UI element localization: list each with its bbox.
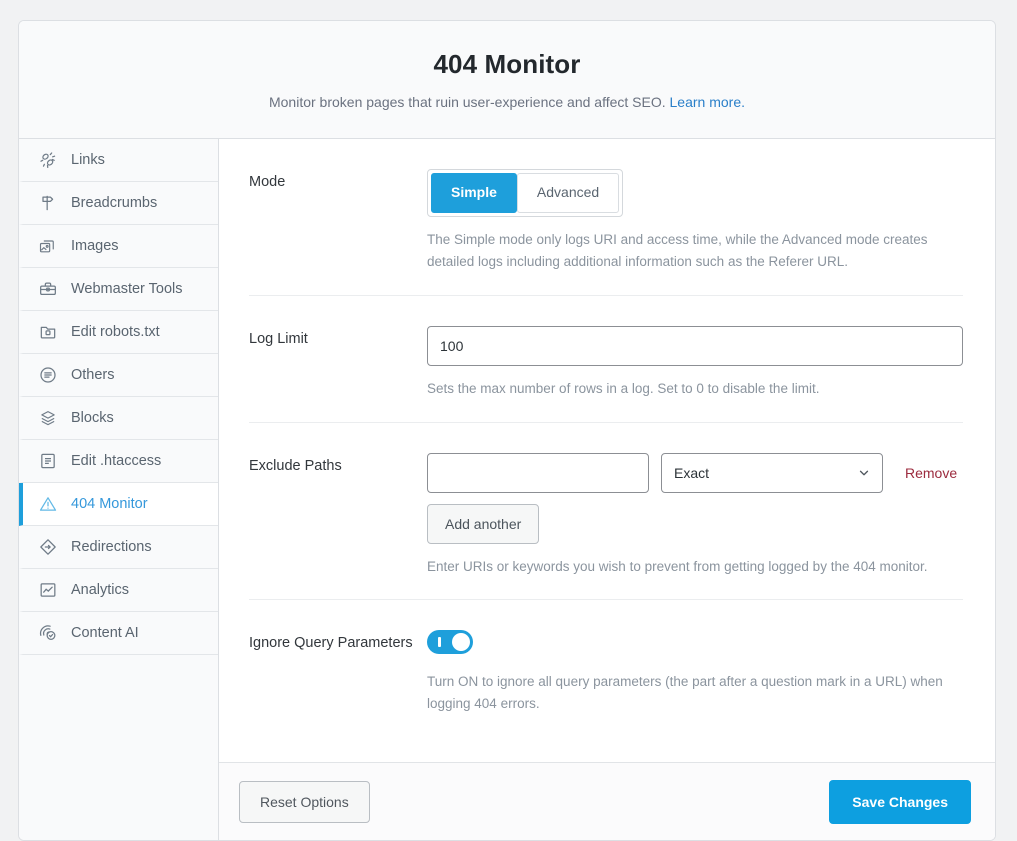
mode-control: Simple Advanced The Simple mode only log… [427,169,963,273]
blocks-icon [37,407,59,429]
others-icon [37,364,59,386]
settings-panel: 404 Monitor Monitor broken pages that ru… [18,20,996,841]
exclude-paths-label: Exclude Paths [249,457,342,474]
sidebar-item-breadcrumbs[interactable]: Breadcrumbs [19,182,218,225]
exclude-paths-control: ExactContainsStarts WithEnds WithRegex R… [427,452,963,578]
ignore-query-parameters-label: Ignore Query Parameters [249,635,413,652]
content-ai-icon [37,622,59,644]
exclude-comparison-wrap: ExactContainsStarts WithEnds WithRegex [661,452,883,493]
sidebar-item-edit-robots-txt[interactable]: Edit robots.txt [19,311,218,354]
sidebar-item-links[interactable]: Links [19,139,218,182]
log-limit-control: Sets the max number of rows in a log. Se… [427,325,963,400]
log-limit-input[interactable] [427,325,963,366]
field-exclude-paths: Exclude Paths ExactContainsStarts WithEn… [249,423,963,601]
warning-triangle-icon [37,493,59,515]
panel-header: 404 Monitor Monitor broken pages that ru… [19,21,995,139]
sidebar-item-content-ai[interactable]: Content AI [19,612,218,655]
sidebar-item-label: Edit .htaccess [71,453,162,469]
mode-option-advanced[interactable]: Advanced [516,173,620,213]
mode-option-simple[interactable]: Simple [431,173,517,213]
mode-hint: The Simple mode only logs URI and access… [427,232,928,269]
images-icon [37,235,59,257]
sidebar-item-404-monitor[interactable]: 404 Monitor [19,483,218,526]
page-title: 404 Monitor [433,49,581,79]
field-mode: Mode Simple Advanced The Simple mode onl… [249,139,963,296]
sidebar-item-others[interactable]: Others [19,354,218,397]
sidebar-item-label: Edit robots.txt [71,324,160,340]
redirection-icon [37,536,59,558]
robots-file-icon [37,321,59,343]
ignore-query-parameters-hint: Turn ON to ignore all query parameters (… [427,674,943,712]
sidebar-item-label: Redirections [71,539,152,555]
save-changes-button[interactable]: Save Changes [829,779,971,824]
panel-footer: Reset Options Save Changes [219,762,995,840]
sidebar-item-label: Webmaster Tools [71,281,183,297]
panel-body: Links Breadcrumbs Images Webmaster Tools Edi… [19,139,995,840]
ignore-query-parameters-toggle[interactable] [427,630,473,655]
sidebar-nav: Links Breadcrumbs Images Webmaster Tools Edi… [19,139,219,840]
toolbox-icon [37,278,59,300]
sidebar-item-images[interactable]: Images [19,225,218,268]
log-limit-hint: Sets the max number of rows in a log. Se… [427,380,820,396]
field-log-limit: Log Limit Sets the max number of rows in… [249,296,963,423]
sidebar-item-webmaster-tools[interactable]: Webmaster Tools [19,268,218,311]
sidebar-item-redirections[interactable]: Redirections [19,526,218,569]
sidebar-item-edit-htaccess[interactable]: Edit .htaccess [19,440,218,483]
sidebar-item-label: Others [71,367,115,383]
sidebar-item-label: Content AI [71,625,139,641]
ignore-query-parameters-control: Turn ON to ignore all query parameters (… [427,630,963,715]
page-subtitle-text: Monitor broken pages that ruin user-expe… [268,94,666,110]
sidebar-item-label: Links [71,152,105,168]
learn-more-link[interactable]: Learn more. [670,94,745,110]
toggle-on-bar-icon [438,637,441,648]
field-ignore-query-parameters: Ignore Query Parameters Turn ON to ignor… [249,600,963,737]
exclude-path-input[interactable] [427,452,649,493]
log-limit-label: Log Limit [249,330,308,347]
analytics-icon [37,579,59,601]
breadcrumbs-icon [37,192,59,214]
exclude-path-row: ExactContainsStarts WithEnds WithRegex R… [427,452,963,493]
mode-button-group: Simple Advanced [427,169,624,217]
exclude-comparison-select[interactable]: ExactContainsStarts WithEnds WithRegex [661,452,883,493]
page-subtitle: Monitor broken pages that ruin user-expe… [39,94,975,110]
sidebar-item-label: Breadcrumbs [71,195,158,211]
toggle-knob [452,633,470,652]
sidebar-item-label: Analytics [71,582,130,598]
sidebar-item-analytics[interactable]: Analytics [19,569,218,612]
links-icon [37,149,59,171]
sidebar-item-label: 404 Monitor [71,496,148,512]
sidebar-item-blocks[interactable]: Blocks [19,397,218,440]
settings-content: Mode Simple Advanced The Simple mode onl… [219,139,995,840]
exclude-paths-hint: Enter URIs or keywords you wish to preve… [427,558,928,574]
htaccess-file-icon [37,450,59,472]
mode-label: Mode [249,174,286,190]
sidebar-item-label: Blocks [71,410,114,426]
add-another-button[interactable]: Add another [427,503,540,544]
remove-exclude-path-link[interactable]: Remove [905,465,957,481]
reset-options-button[interactable]: Reset Options [239,780,370,823]
sidebar-item-label: Images [71,238,119,254]
